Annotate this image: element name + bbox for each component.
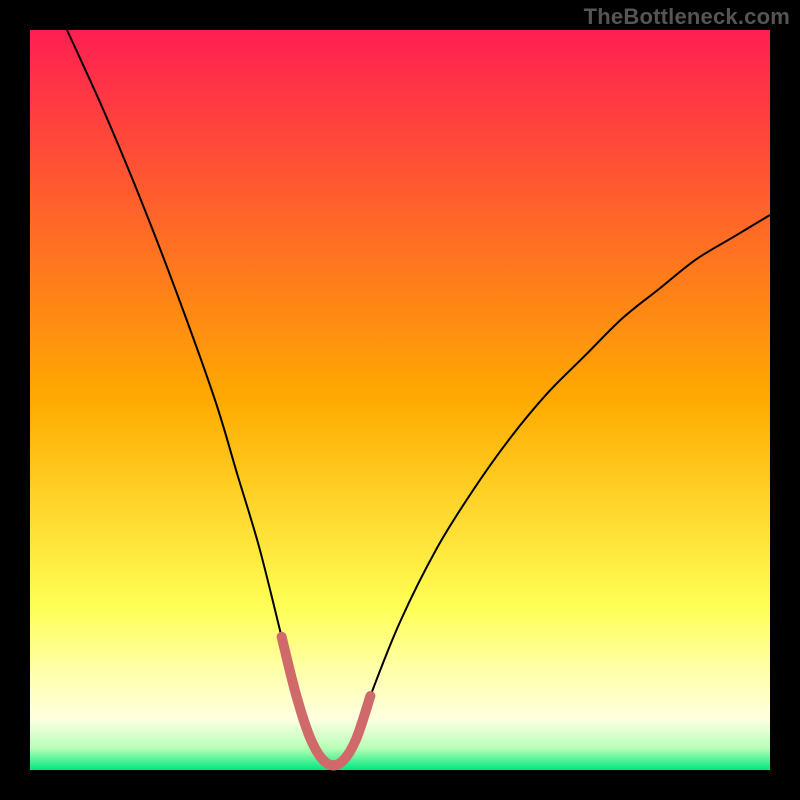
- plot-background: [30, 30, 770, 770]
- chart-frame: TheBottleneck.com: [0, 0, 800, 800]
- bottleneck-chart: [0, 0, 800, 800]
